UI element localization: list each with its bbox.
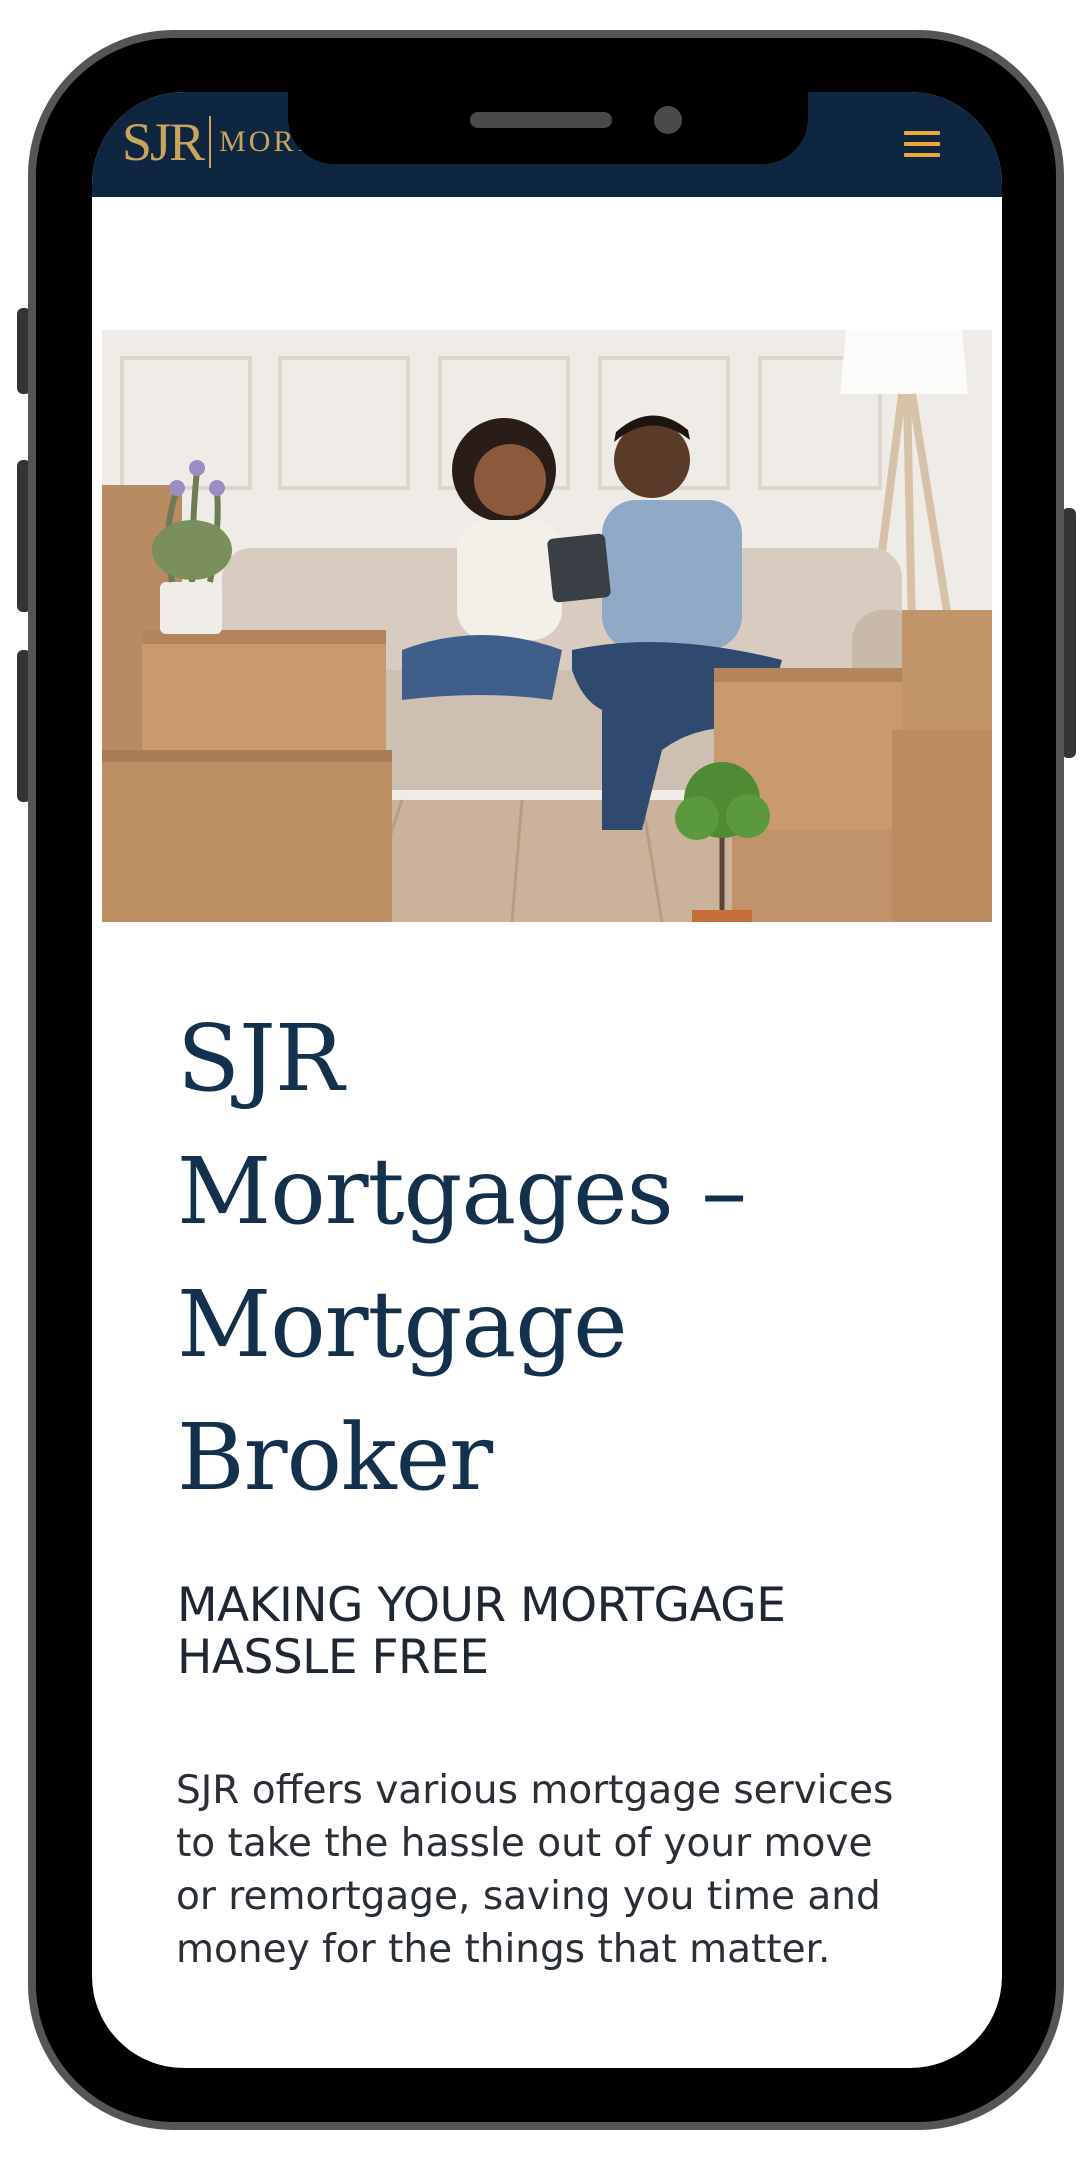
page-title-line: Mortgage — [177, 1271, 628, 1378]
hamburger-menu-icon — [904, 131, 940, 157]
menu-button[interactable] — [900, 122, 944, 166]
page-title-line: Broker — [177, 1404, 493, 1511]
speaker-grille — [470, 112, 612, 128]
page-subtitle-line: HASSLE FREE — [177, 1630, 489, 1685]
page-title-line: Mortgages – — [177, 1138, 747, 1245]
page-title-line: SJR — [177, 1005, 344, 1112]
site-logo[interactable]: SJR MORT — [122, 112, 316, 172]
phone-notch — [288, 92, 808, 164]
intro-paragraph: SJR offers various mortgage services to … — [176, 1768, 894, 1972]
page-subtitle: MAKING YOUR MORTGAGE HASSLE FREE — [177, 1580, 917, 1684]
photo-couple-with-moving-boxes — [102, 330, 992, 922]
phone-screen: SJR MORT SJR Mortgages – Mortgage Broker… — [92, 92, 1002, 2068]
page-title: SJR Mortgages – Mortgage Broker — [177, 992, 897, 1524]
logo-mark: SJR — [122, 112, 205, 172]
page-subtitle-line: MAKING YOUR MORTGAGE — [177, 1578, 786, 1633]
front-camera — [654, 106, 682, 134]
logo-divider — [209, 116, 212, 168]
power-button — [1062, 508, 1076, 758]
hero-image — [102, 330, 992, 922]
